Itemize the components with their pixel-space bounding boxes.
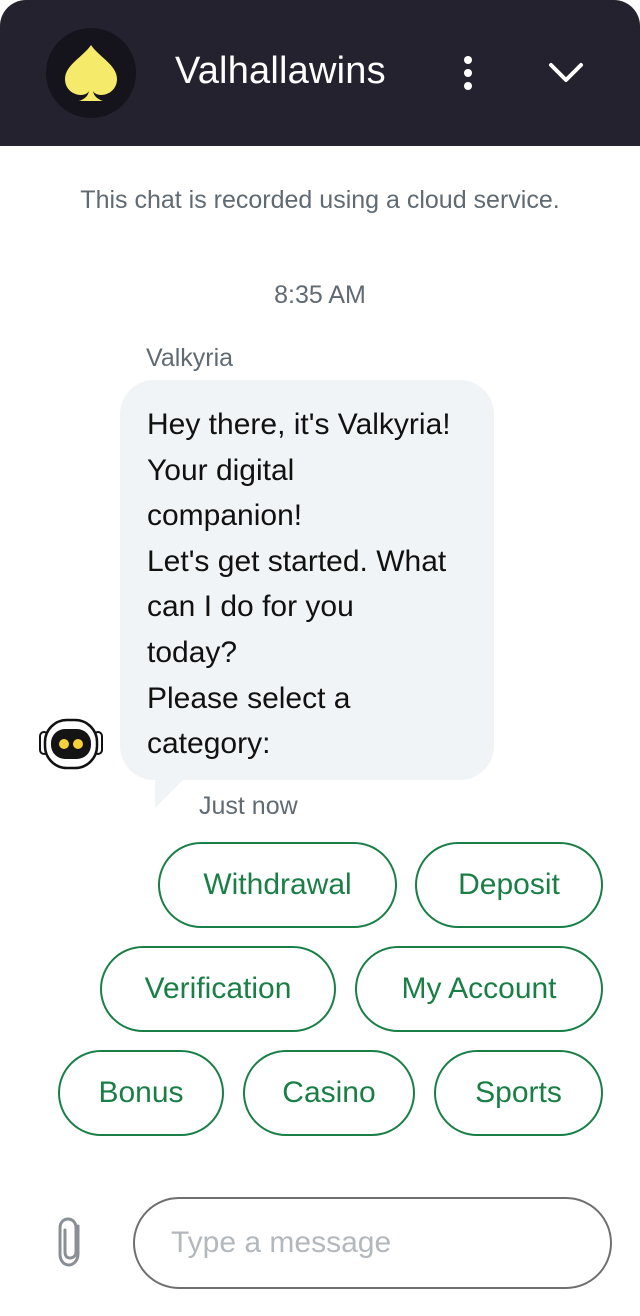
robot-icon (39, 718, 103, 770)
attach-file-button[interactable] (52, 1214, 92, 1270)
quick-reply-sports[interactable]: Sports (434, 1050, 603, 1136)
kebab-menu-icon (464, 56, 472, 90)
chat-title: Valhallawins (175, 50, 386, 92)
recording-notice: This chat is recorded using a cloud serv… (80, 186, 560, 214)
message-time: Just now (199, 792, 298, 820)
chevron-down-icon (549, 63, 583, 82)
paperclip-icon (58, 1217, 80, 1267)
conversation-timestamp: 8:35 AM (274, 281, 366, 309)
bubble-tail (155, 780, 183, 808)
message-line: companion! (147, 499, 303, 533)
quick-reply-bonus[interactable]: Bonus (58, 1050, 224, 1136)
message-line: category: (147, 727, 271, 761)
message-line: Please select a (147, 681, 351, 715)
message-line: Your digital (147, 453, 295, 487)
quick-reply-casino[interactable]: Casino (243, 1050, 415, 1136)
quick-reply-verification[interactable]: Verification (100, 946, 336, 1032)
bot-avatar (37, 716, 105, 772)
message-sender-name: Valkyria (146, 344, 234, 372)
chat-header: Valhallawins (0, 0, 640, 146)
message-input-container (133, 1197, 612, 1289)
message-line: today? (147, 635, 238, 669)
brand-logo (46, 28, 136, 118)
collapse-chat-button[interactable] (540, 50, 592, 96)
message-line: can I do for you (147, 590, 354, 624)
chat-widget: Valhallawins This chat is recorded using… (0, 0, 640, 1316)
spade-icon (65, 45, 117, 101)
quick-reply-withdrawal[interactable]: Withdrawal (158, 842, 397, 928)
message-input[interactable] (171, 1219, 571, 1267)
quick-reply-deposit[interactable]: Deposit (415, 842, 603, 928)
more-options-button[interactable] (452, 50, 484, 96)
quick-reply-my-account[interactable]: My Account (355, 946, 603, 1032)
message-line: Hey there, it's Valkyria! (147, 408, 451, 441)
bot-message-bubble: Hey there, it's Valkyria! Your digital c… (120, 380, 494, 780)
message-line: Let's get started. What (147, 544, 447, 578)
